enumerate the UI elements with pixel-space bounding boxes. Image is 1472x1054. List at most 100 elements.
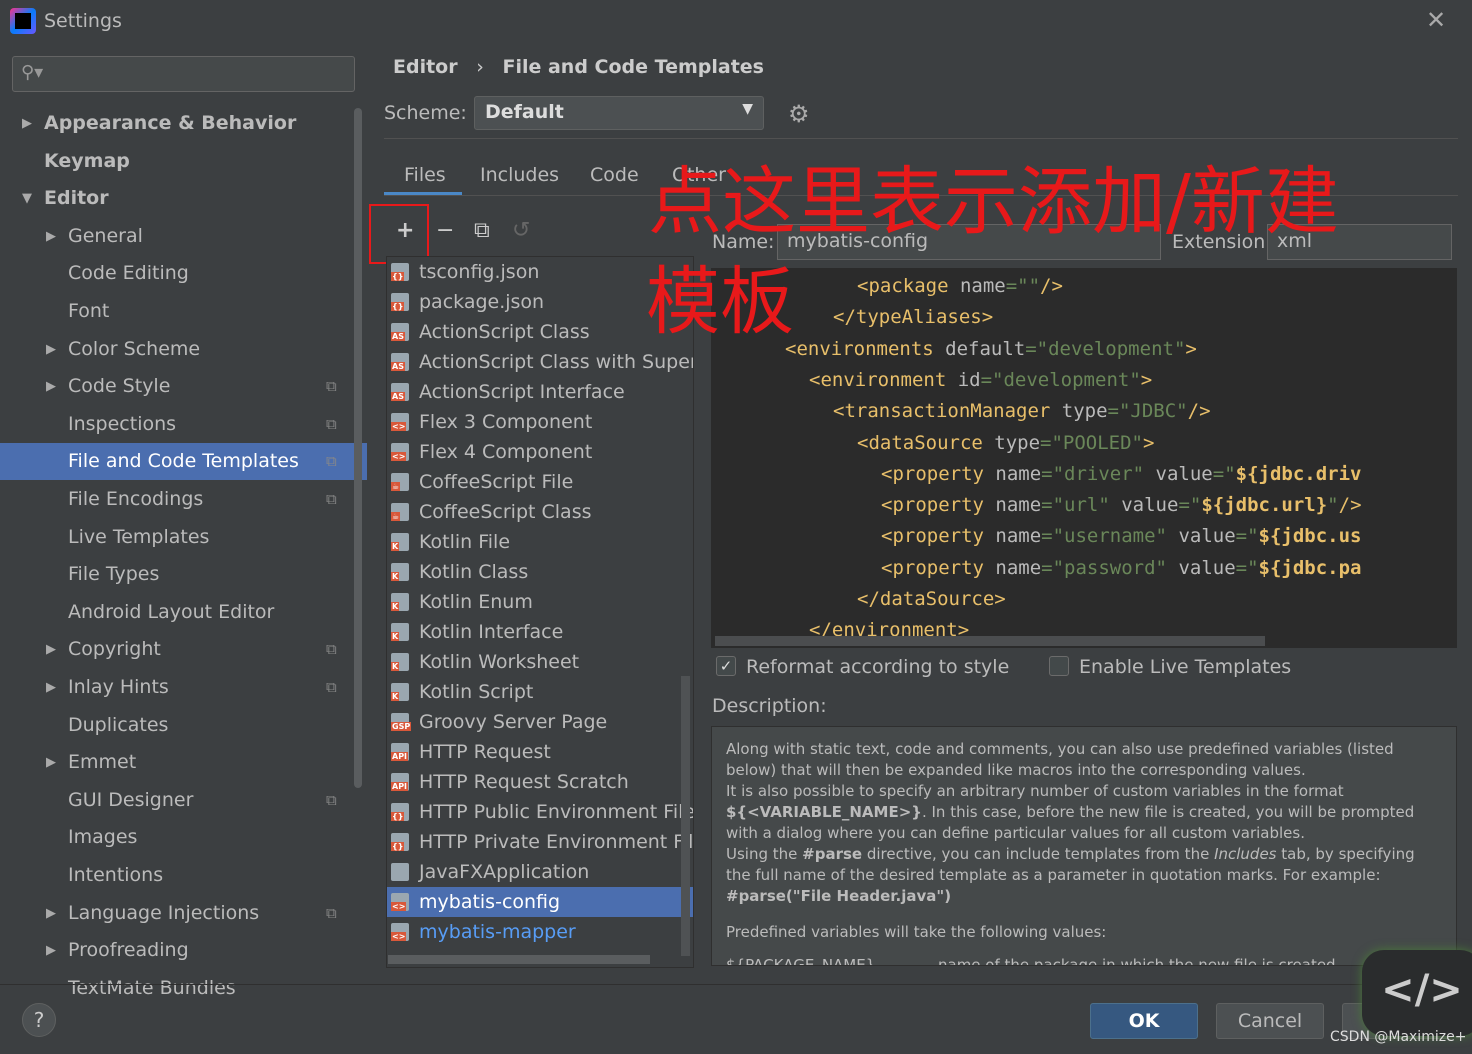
settings-search-input[interactable]: ⚲▾ [12,56,355,92]
template-list-item[interactable]: AS ActionScript Class with Supers [387,347,693,377]
sidebar-item[interactable]: File Types [0,556,367,593]
template-label: Kotlin Script [419,681,534,703]
template-label: HTTP Request [419,741,551,763]
tab-files[interactable]: Files [404,164,446,186]
sidebar-item[interactable]: TextMate Bundles [0,970,367,1007]
template-list-item[interactable]: <> Flex 4 Component [387,437,693,467]
chevron-right-icon[interactable]: ▶ [46,331,56,368]
template-list-item[interactable]: API HTTP Request Scratch [387,767,693,797]
template-list-item[interactable]: K Kotlin Script [387,677,693,707]
sidebar-item[interactable]: Duplicates [0,707,367,744]
file-template-icon: K [391,593,409,611]
template-list-item[interactable]: K Kotlin Enum [387,587,693,617]
sidebar-item[interactable]: ▶ Emmet [0,744,367,781]
sidebar-item[interactable]: ▼ Editor [0,180,367,217]
code-view-icon[interactable]: </> [1362,950,1472,1036]
chevron-right-icon[interactable]: ▶ [46,218,56,255]
list-vertical-scrollbar[interactable] [681,676,690,956]
help-button[interactable]: ? [22,1003,56,1037]
chevron-right-icon[interactable]: ▶ [46,744,56,781]
chevron-right-icon[interactable]: ▶ [46,368,56,405]
template-list-item[interactable]: K Kotlin Class [387,557,693,587]
file-template-icon: <> [391,893,409,911]
list-horizontal-scrollbar[interactable] [388,955,650,964]
file-template-icon: K [391,563,409,581]
tab-includes[interactable]: Includes [480,164,559,186]
template-list-item[interactable]: {} HTTP Private Environment File [387,827,693,857]
sidebar-item[interactable]: ▶ Inlay Hints ⧉ [0,669,367,706]
scheme-label: Scheme: [384,102,467,124]
live-templates-label[interactable]: Enable Live Templates [1079,656,1291,678]
gear-icon[interactable]: ⚙ [788,100,810,128]
sidebar-item[interactable]: Android Layout Editor [0,594,367,631]
file-template-icon: <> [391,413,409,431]
chevron-right-icon[interactable]: ▶ [22,105,32,142]
sidebar-item[interactable]: File Encodings ⧉ [0,481,367,518]
sidebar-item[interactable]: Font [0,293,367,330]
ok-button[interactable]: OK [1090,1003,1198,1039]
file-template-icon: AS [391,323,409,341]
copy-icon[interactable]: ⧉ [474,218,490,243]
template-list-item[interactable]: API HTTP Request [387,737,693,767]
cancel-button[interactable]: Cancel [1216,1003,1324,1039]
sidebar-item[interactable]: Intentions [0,857,367,894]
sidebar-item[interactable]: ▶ General [0,218,367,255]
file-template-icon: AS [391,383,409,401]
template-list-item[interactable]: JavaFXApplication [387,857,693,887]
template-list-item[interactable]: K Kotlin Worksheet [387,647,693,677]
close-icon[interactable]: ✕ [1426,6,1446,34]
template-list-item[interactable]: <> mybatis-mapper [387,917,693,947]
template-list-item[interactable]: AS ActionScript Interface [387,377,693,407]
file-template-icon: {} [391,833,409,851]
template-list-item[interactable]: GSP Groovy Server Page [387,707,693,737]
remove-icon[interactable]: − [436,218,454,243]
editor-horizontal-scrollbar[interactable] [715,636,1265,646]
reset-icon[interactable]: ↺ [512,218,530,243]
sidebar-scrollbar[interactable] [354,108,362,788]
sidebar-item-label: Copyright [68,638,161,661]
sidebar-item[interactable]: ▶ Copyright ⧉ [0,631,367,668]
breadcrumb-parent[interactable]: Editor [393,56,458,78]
sidebar-item[interactable]: GUI Designer ⧉ [0,782,367,819]
code-line: <environments default="development"> [785,337,1197,360]
chevron-right-icon[interactable]: ▶ [46,932,56,969]
code-line: <package name=""/> [857,275,1063,297]
sidebar-item[interactable]: Live Templates [0,519,367,556]
sidebar-item[interactable]: ▶ Proofreading [0,932,367,969]
template-list-item[interactable]: ☕ CoffeeScript Class [387,497,693,527]
sidebar-item-label: Android Layout Editor [68,600,275,623]
file-template-icon: API [391,743,409,761]
sidebar-item[interactable]: ▶ Code Style ⧉ [0,368,367,405]
chevron-right-icon[interactable]: ▶ [46,631,56,668]
sidebar-item[interactable]: Code Editing [0,255,367,292]
reformat-checkbox[interactable]: ✓ [716,656,736,676]
sidebar-item[interactable]: ▶ Color Scheme [0,331,367,368]
chevron-right-icon[interactable]: ▶ [46,669,56,706]
scheme-dropdown[interactable]: Default ▼ [474,96,764,130]
file-template-icon: {} [391,803,409,821]
chevron-right-icon[interactable]: ▶ [46,895,56,932]
title-bar: Settings ✕ [0,0,1472,44]
live-templates-checkbox[interactable] [1049,656,1069,676]
project-scope-icon: ⧉ [326,903,337,922]
template-list-item[interactable]: ☕ CoffeeScript File [387,467,693,497]
tab-code[interactable]: Code [590,164,639,186]
template-label: Flex 4 Component [419,441,593,463]
sidebar-item[interactable]: File and Code Templates ⧉ [0,443,367,481]
project-scope-icon: ⧉ [326,414,337,433]
sidebar-item[interactable]: ▶ Appearance & Behavior [0,105,367,142]
template-list-item[interactable]: {} HTTP Public Environment File [387,797,693,827]
template-list-item[interactable]: <> Flex 3 Component [387,407,693,437]
chevron-down-icon[interactable]: ▼ [22,180,32,217]
template-label: Kotlin Class [419,561,529,583]
sidebar-item[interactable]: Images [0,819,367,856]
template-list-item[interactable]: K Kotlin Interface [387,617,693,647]
sidebar-item[interactable]: ▶ Language Injections ⧉ [0,895,367,932]
sidebar-item[interactable]: Inspections ⧉ [0,406,367,443]
sidebar-item[interactable]: Keymap [0,143,367,180]
template-label: package.json [419,291,545,313]
template-list-item[interactable]: <> mybatis-config [387,887,693,917]
template-list-item[interactable]: K Kotlin File [387,527,693,557]
template-code-editor[interactable]: <package name=""/> </typeAliases> <environ… [711,268,1457,648]
reformat-label[interactable]: Reformat according to style [746,656,1009,678]
